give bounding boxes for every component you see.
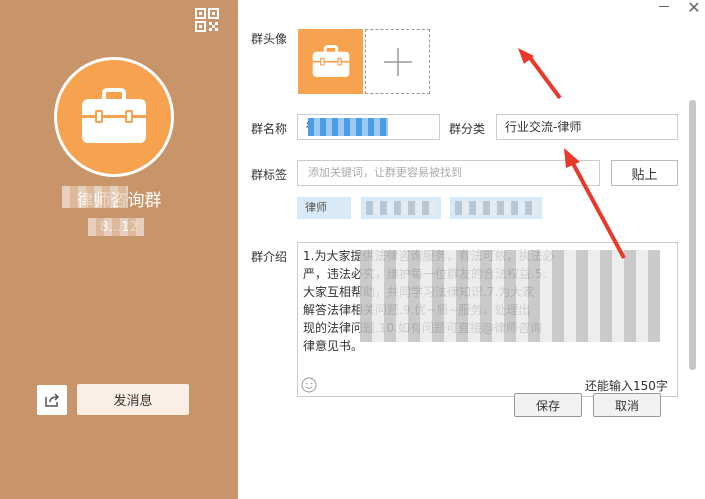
tag-item[interactable]: 律师 [297, 197, 351, 219]
char-count: 还能输入150字 [585, 379, 668, 393]
scrollbar-thumb[interactable] [689, 100, 696, 370]
category-select[interactable]: 行业交流-律师 [496, 114, 678, 140]
blur-mask [366, 201, 436, 215]
add-avatar-button[interactable] [365, 29, 430, 94]
briefcase-icon [82, 88, 146, 143]
share-button[interactable] [37, 385, 67, 415]
share-icon [45, 393, 60, 407]
tags-input[interactable]: 添加关键词，让群更容易被找到 [297, 160, 600, 186]
blur-mask [88, 218, 144, 236]
emoji-icon[interactable] [301, 377, 317, 393]
tags-label: 群标签 [251, 168, 288, 182]
intro-label: 群介绍 [251, 250, 288, 264]
plus-icon [383, 47, 412, 76]
group-avatar-thumb[interactable] [298, 29, 363, 94]
blur-mask [308, 118, 388, 136]
send-message-button[interactable]: 发消息 [77, 384, 189, 415]
name-label: 群名称 [251, 122, 288, 136]
group-profile-panel: 律师咨询群 8…12 发消息 [0, 0, 238, 499]
blur-mask [360, 250, 660, 342]
qr-code-icon[interactable] [195, 8, 219, 32]
save-button[interactable]: 保存 [514, 393, 582, 417]
blur-mask [455, 201, 537, 215]
minimize-icon[interactable] [659, 6, 669, 7]
briefcase-icon [312, 44, 349, 77]
blur-mask [62, 186, 128, 208]
avatar-label: 群头像 [251, 32, 288, 46]
close-icon[interactable]: ✕ [683, 0, 705, 16]
paste-button[interactable]: 贴上 [611, 160, 678, 186]
group-avatar [54, 57, 174, 177]
category-label: 群分类 [449, 122, 486, 136]
cancel-button[interactable]: 取消 [593, 393, 661, 417]
